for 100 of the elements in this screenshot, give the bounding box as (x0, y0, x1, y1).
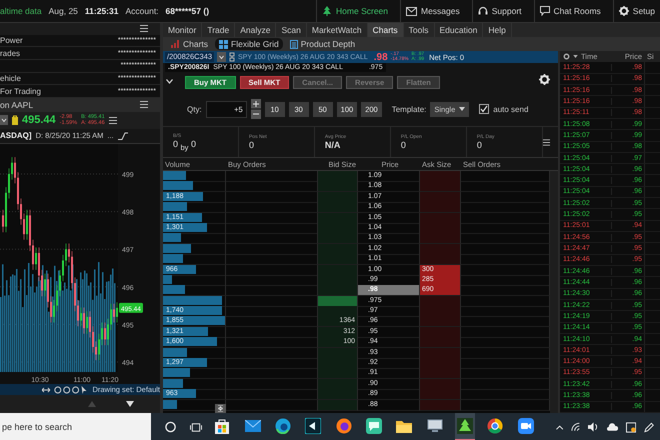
sell-orders-cell[interactable] (461, 378, 550, 390)
menu-icon[interactable] (140, 101, 148, 108)
sell-orders-cell[interactable] (461, 368, 550, 380)
buy-orders-cell[interactable] (226, 296, 318, 307)
ask-size-cell[interactable] (420, 348, 461, 359)
bid-size-cell[interactable] (318, 254, 358, 266)
taskbar-app-button[interactable] (454, 413, 476, 440)
ask-size-cell[interactable] (420, 400, 461, 411)
sell-orders-cell[interactable] (461, 400, 550, 411)
speaker-icon[interactable] (588, 422, 599, 432)
ask-size-cell[interactable] (420, 337, 461, 348)
ask-size-cell[interactable] (420, 316, 461, 328)
main-tab[interactable]: Charts (368, 23, 404, 37)
pen-icon[interactable] (644, 422, 654, 432)
ask-size-cell[interactable] (420, 192, 461, 203)
sell-orders-cell[interactable] (461, 212, 550, 224)
sell-orders-cell[interactable] (461, 326, 550, 338)
sell-orders-cell[interactable] (461, 348, 550, 359)
sell-orders-cell[interactable] (461, 389, 550, 400)
ask-size-cell[interactable] (420, 244, 461, 255)
bid-size-cell[interactable] (318, 285, 358, 296)
bid-size-cell[interactable] (318, 368, 358, 380)
menu-icon[interactable] (140, 25, 148, 32)
buy-orders-cell[interactable] (226, 192, 318, 203)
bid-size-cell[interactable] (318, 244, 358, 255)
task-view-icon[interactable] (190, 422, 202, 432)
center-button-icon[interactable] (215, 404, 226, 413)
top-bar-link[interactable]: Messages (400, 0, 465, 22)
up-arrow-icon[interactable] (88, 401, 96, 408)
sell-orders-cell[interactable] (461, 244, 550, 255)
top-bar-link[interactable]: Chat Rooms (534, 0, 606, 22)
sell-orders-cell[interactable] (461, 202, 550, 214)
buy-orders-cell[interactable] (226, 326, 318, 338)
ask-size-cell[interactable] (420, 326, 461, 338)
sell-orders-cell[interactable] (461, 274, 550, 286)
sell-orders-cell[interactable] (461, 285, 550, 296)
checkbox[interactable] (479, 104, 490, 114)
down-arrow-icon[interactable] (126, 401, 134, 408)
settings-icon[interactable] (563, 53, 570, 60)
ask-size-cell[interactable] (420, 368, 461, 380)
bid-size-cell[interactable] (318, 296, 358, 307)
top-bar-link[interactable]: Setup (612, 0, 660, 22)
search-field[interactable]: pe here to search (0, 413, 151, 440)
chevron-icon[interactable] (166, 79, 173, 84)
sub-tab[interactable]: Product Depth (286, 38, 360, 50)
bid-size-cell[interactable] (318, 233, 358, 244)
sell-orders-cell[interactable] (461, 306, 550, 318)
menu-icon[interactable] (108, 116, 117, 124)
bid-size-cell[interactable] (318, 389, 358, 400)
bid-size-cell[interactable] (318, 192, 358, 203)
top-bar-link[interactable]: Home Screen (316, 0, 393, 22)
sell-orders-cell[interactable] (461, 233, 550, 244)
buy-orders-cell[interactable] (226, 274, 318, 286)
bid-size-cell[interactable] (318, 378, 358, 390)
buy-orders-cell[interactable] (226, 378, 318, 390)
bid-size-cell[interactable] (318, 202, 358, 214)
sell-orders-cell[interactable] (461, 181, 550, 192)
ask-size-cell[interactable] (420, 389, 461, 400)
ask-size-cell[interactable] (420, 212, 461, 224)
data-feed-status[interactable]: altime data (0, 6, 42, 16)
sub-tab[interactable]: Flexible Grid (215, 38, 283, 50)
ask-size-cell[interactable] (420, 233, 461, 244)
circle-icon[interactable] (164, 421, 176, 433)
bid-size-cell[interactable] (318, 400, 358, 411)
scrollbar[interactable] (550, 171, 558, 413)
bid-size-cell[interactable] (318, 171, 358, 182)
buy-orders-cell[interactable] (226, 348, 318, 359)
ask-size-cell[interactable] (420, 296, 461, 307)
sell-orders-cell[interactable] (461, 296, 550, 307)
sell-orders-cell[interactable] (461, 264, 550, 276)
bid-size-cell[interactable] (318, 264, 358, 276)
cloud-icon[interactable] (606, 423, 618, 431)
bid-size-cell[interactable] (318, 306, 358, 318)
account-number[interactable]: 68*****57 () (166, 6, 210, 16)
bid-size-cell[interactable] (318, 181, 358, 192)
buy-orders-cell[interactable] (226, 222, 318, 234)
top-bar-link[interactable]: Support (472, 0, 527, 22)
line-chart-icon[interactable] (118, 132, 128, 140)
notification-icon[interactable] (626, 422, 636, 432)
ask-size-cell[interactable] (420, 171, 461, 182)
ask-size-cell[interactable] (420, 254, 461, 266)
sell-orders-cell[interactable] (461, 358, 550, 370)
bid-size-cell[interactable] (318, 212, 358, 224)
sell-orders-cell[interactable] (461, 222, 550, 234)
buy-orders-cell[interactable] (226, 212, 318, 224)
buy-orders-cell[interactable] (226, 264, 318, 276)
sell-orders-cell[interactable] (461, 254, 550, 266)
sell-orders-cell[interactable] (461, 171, 550, 182)
sell-orders-cell[interactable] (461, 316, 550, 328)
link-icon[interactable] (229, 52, 236, 62)
zoom-tools-icon[interactable] (42, 386, 88, 394)
buy-orders-cell[interactable] (226, 244, 318, 255)
stepper-icon[interactable] (250, 99, 261, 119)
caret-icon[interactable] (0, 115, 8, 126)
ask-size-cell[interactable] (420, 202, 461, 214)
menu-icon[interactable] (542, 138, 550, 146)
ask-size-cell[interactable] (420, 181, 461, 192)
sell-orders-cell[interactable] (461, 337, 550, 348)
bid-size-cell[interactable] (318, 348, 358, 359)
sell-orders-cell[interactable] (461, 192, 550, 203)
